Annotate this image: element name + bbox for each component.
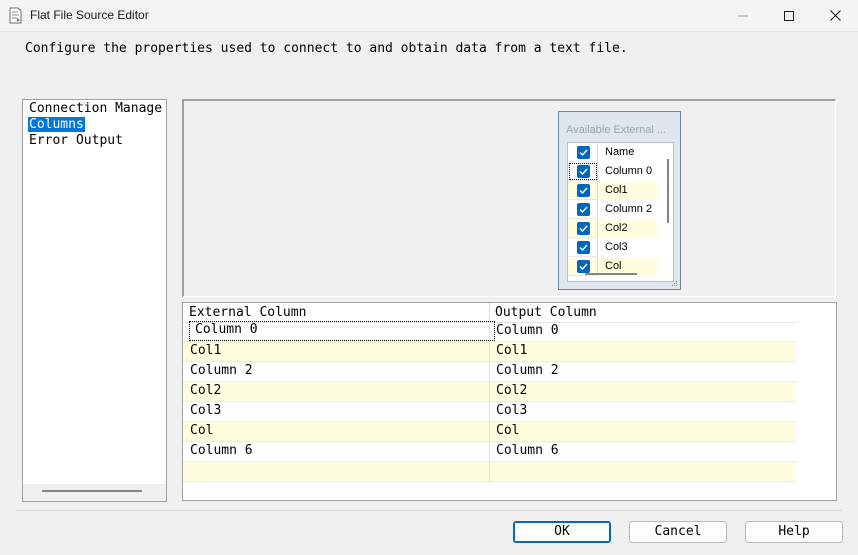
external-column-row[interactable]: Column 0 <box>568 162 658 181</box>
nav-item-error-output[interactable]: Error Output <box>28 133 124 148</box>
external-column-label: Name <box>605 146 635 158</box>
window-title: Flat File Source Editor <box>30 8 149 22</box>
flat-file-app-icon <box>9 7 22 24</box>
available-external-columns-title: Available External ... <box>566 124 667 136</box>
checkmark-icon <box>579 206 588 214</box>
output-column-cell[interactable]: Column 2 <box>496 363 559 378</box>
nav-horizontal-scrollbar[interactable] <box>23 484 166 501</box>
header-output-column[interactable]: Output Column <box>495 305 597 320</box>
column-checkbox[interactable] <box>577 241 590 254</box>
external-column-label: Column 0 <box>605 165 653 177</box>
ok-button[interactable]: OK <box>513 521 611 543</box>
column-checkbox[interactable] <box>577 260 590 273</box>
external-column-row[interactable]: Col1 <box>568 181 658 200</box>
nav-scrollbar-thumb[interactable] <box>42 490 142 492</box>
external-column-row-name[interactable]: Name <box>568 143 658 162</box>
close-button[interactable] <box>812 0 858 31</box>
external-column-cell[interactable]: Col1 <box>190 343 221 358</box>
minimize-button[interactable] <box>720 0 766 31</box>
grid-header-row: External Column Output Column <box>183 303 797 323</box>
output-column-cell[interactable]: Col2 <box>496 383 527 398</box>
available-external-columns-box: Available External ... Name Column 0 Col… <box>558 111 681 290</box>
external-column-row[interactable]: Column 2 <box>568 200 658 219</box>
maximize-icon <box>784 10 794 21</box>
external-column-cell[interactable]: Col <box>190 423 213 438</box>
maximize-button[interactable] <box>766 0 812 31</box>
resize-grip-icon[interactable] <box>671 280 678 287</box>
external-column-cell[interactable]: Column 6 <box>190 443 253 458</box>
output-column-cell[interactable]: Column 0 <box>496 323 559 338</box>
checkmark-icon <box>579 225 588 233</box>
help-button[interactable]: Help <box>745 521 843 543</box>
header-external-column[interactable]: External Column <box>189 305 306 320</box>
external-column-cell[interactable]: Column 2 <box>190 363 253 378</box>
nav-item-columns[interactable]: Columns <box>28 117 85 132</box>
external-column-cell[interactable]: Col2 <box>190 383 221 398</box>
footer-separator <box>16 510 842 511</box>
nav-item-connection-manager[interactable]: Connection Manage <box>28 101 163 116</box>
close-icon <box>829 10 841 21</box>
column-mapping-grid[interactable]: External Column Output Column Column 0 C… <box>182 302 837 501</box>
dialog-description: Configure the properties used to connect… <box>25 41 628 56</box>
output-column-cell[interactable]: Column 6 <box>496 443 559 458</box>
column-divider <box>489 303 490 483</box>
external-column-label: Col <box>605 260 622 272</box>
external-column-label: Col3 <box>605 241 628 253</box>
external-columns-vertical-scrollbar[interactable] <box>667 159 669 223</box>
column-checkbox[interactable] <box>577 203 590 216</box>
checkmark-icon <box>579 168 588 176</box>
external-column-row[interactable]: Col3 <box>568 238 658 257</box>
external-column-cell[interactable]: Col3 <box>190 403 221 418</box>
cancel-button[interactable]: Cancel <box>629 521 727 543</box>
external-column-label: Col2 <box>605 222 628 234</box>
column-checkbox[interactable] <box>577 184 590 197</box>
column-mapping-panel <box>182 99 836 297</box>
output-column-cell[interactable]: Col1 <box>496 343 527 358</box>
column-checkbox[interactable] <box>577 222 590 235</box>
minimize-icon <box>738 15 748 16</box>
output-column-cell[interactable]: Col <box>496 423 519 438</box>
select-all-checkbox[interactable] <box>577 146 590 159</box>
checkmark-icon <box>579 187 588 195</box>
external-columns-list[interactable]: Name Column 0 Col1 Column 2 Col2 Col3 Co… <box>567 142 674 282</box>
checkmark-icon <box>579 149 588 157</box>
external-column-label: Col1 <box>605 184 628 196</box>
output-column-cell[interactable]: Col3 <box>496 403 527 418</box>
checkmark-icon <box>579 244 588 252</box>
external-column-row[interactable]: Col2 <box>568 219 658 238</box>
checkmark-icon <box>579 263 588 271</box>
column-checkbox[interactable] <box>577 165 590 178</box>
page-navigation-list[interactable]: Connection Manage Columns Error Output <box>22 99 167 502</box>
external-columns-horizontal-scrollbar[interactable] <box>585 273 637 275</box>
title-bar: Flat File Source Editor <box>0 0 858 32</box>
external-column-label: Column 2 <box>605 203 653 215</box>
external-column-cell[interactable]: Column 0 <box>189 321 495 341</box>
